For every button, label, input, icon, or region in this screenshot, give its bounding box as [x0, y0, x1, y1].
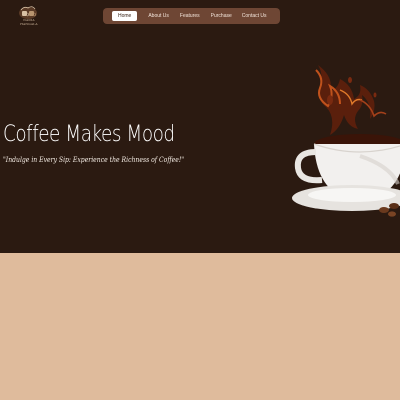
- nav-item-about-us[interactable]: About Us: [148, 13, 169, 19]
- hero-title: Coffee Makes Mood: [3, 121, 175, 147]
- nav-item-features[interactable]: Features: [180, 13, 200, 19]
- hero-tagline: "Indulge in Every Sip: Experience the Ri…: [3, 156, 185, 164]
- nav-item-contact-us[interactable]: Contact Us: [242, 13, 267, 19]
- coffee-cup-splash-icon: [292, 65, 400, 217]
- nav-item-home[interactable]: Home: [112, 11, 138, 21]
- nav-item-purchase[interactable]: Purchase: [211, 13, 232, 19]
- brand-logo-text: NADIA HANGALA: [20, 18, 38, 26]
- lower-section: [0, 253, 400, 400]
- hero-section: NADIA HANGALA Home About Us Features Pur…: [0, 0, 400, 253]
- main-nav: Home About Us Features Purchase Contact …: [103, 8, 280, 24]
